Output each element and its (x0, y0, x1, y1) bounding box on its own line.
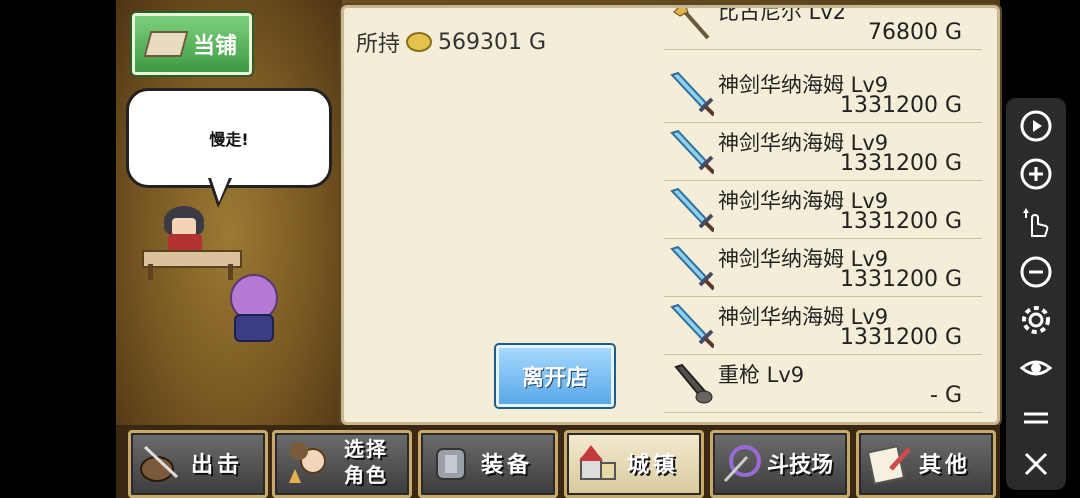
nav-sortie-label: 出击 (191, 453, 244, 478)
shop-item-list[interactable]: 比古尼尔 Lv2 76800 G 神剑华纳海姆 Lv9 1331200 G 神剑… (664, 8, 982, 422)
speech-bubble: 慢走! (126, 88, 332, 188)
nav-other-button[interactable]: 其他 (856, 430, 996, 498)
item-price: 1331200 G (839, 93, 962, 118)
item-price: 1331200 G (839, 209, 962, 234)
zoom-in-icon[interactable] (1020, 158, 1052, 190)
notebook-icon (866, 445, 911, 485)
player-sprite (228, 274, 278, 342)
list-item[interactable]: 神剑华纳海姆 Lv9 1331200 G (664, 123, 982, 181)
shop-counter (142, 250, 242, 268)
nav-town-button[interactable]: 城镇 (564, 430, 704, 498)
list-item[interactable]: 神剑华纳海姆 Lv9 1331200 G (664, 239, 982, 297)
sword-icon (670, 187, 714, 233)
speech-bubble-tail-fill (211, 178, 229, 202)
list-item[interactable]: 神剑华纳海姆 Lv9 1331200 G (664, 65, 982, 123)
sword-icon (670, 129, 714, 175)
sword-icon (670, 303, 714, 349)
counter-leg (148, 264, 153, 280)
nav-other-label: 其他 (919, 453, 972, 478)
leave-shop-button[interactable]: 离开店 (496, 345, 614, 407)
list-item[interactable]: 比古尼尔 Lv2 76800 G (664, 5, 982, 50)
pawnshop-label: 当铺 (192, 34, 237, 59)
shopkeeper-sprite (160, 206, 210, 252)
spear-icon (673, 8, 710, 40)
nav-sortie-button[interactable]: 出击 (128, 430, 268, 498)
sortie-icon (140, 445, 179, 482)
nav-arena-label: 斗技场 (767, 453, 834, 478)
nav-select-role-label: 选择 角色 (344, 437, 388, 487)
left-letterbox (0, 0, 116, 498)
character-icon (289, 442, 326, 483)
nav-select-role-button[interactable]: 选择 角色 (272, 430, 412, 498)
arena-icon (723, 445, 761, 483)
touch-icon[interactable] (1020, 206, 1052, 238)
lance-icon (674, 363, 713, 404)
list-item[interactable]: 神剑华纳海姆 Lv9 1331200 G (664, 297, 982, 355)
cash-icon (143, 31, 189, 57)
item-price: 1331200 G (839, 267, 962, 292)
nav-equip-label: 装备 (481, 453, 534, 478)
menu-icon[interactable] (1020, 402, 1052, 434)
list-item[interactable]: 神剑华纳海姆 Lv9 1331200 G (664, 181, 982, 239)
item-name: 重枪 Lv9 (718, 363, 805, 387)
shop-panel: 所持 569301 G 离开店 比古尼尔 Lv2 76800 G 神剑华纳海姆 … (341, 5, 1000, 425)
play-icon[interactable] (1020, 110, 1052, 142)
gold-display: 所持 569301 G (356, 26, 546, 58)
speech-text: 慢走! (209, 130, 249, 149)
gold-amount: 569301 G (438, 29, 547, 55)
zoom-out-icon[interactable] (1020, 256, 1052, 288)
item-name: 比古尼尔 Lv2 (718, 5, 847, 24)
eye-icon[interactable] (1020, 352, 1052, 384)
nav-town-label: 城镇 (627, 453, 680, 478)
nav-equip-button[interactable]: 装备 (418, 430, 558, 498)
close-icon[interactable] (1020, 448, 1052, 480)
armor-icon (436, 448, 466, 480)
town-icon (579, 445, 616, 480)
nav-arena-button[interactable]: 斗技场 (710, 430, 850, 498)
pawnshop-button[interactable]: 当铺 (132, 13, 252, 75)
side-toolbar (1006, 98, 1066, 490)
item-price: 76800 G (867, 20, 962, 45)
item-price: 1331200 G (839, 325, 962, 350)
leave-shop-label: 离开店 (521, 366, 588, 391)
sword-icon (670, 245, 714, 291)
item-price: 1331200 G (839, 151, 962, 176)
coin-icon (406, 32, 433, 52)
settings-icon[interactable] (1020, 304, 1052, 336)
sword-icon (670, 71, 714, 117)
gold-label: 所持 (356, 32, 401, 57)
list-item[interactable]: 重枪 Lv9 - G (664, 355, 982, 413)
item-price: - G (930, 383, 962, 408)
